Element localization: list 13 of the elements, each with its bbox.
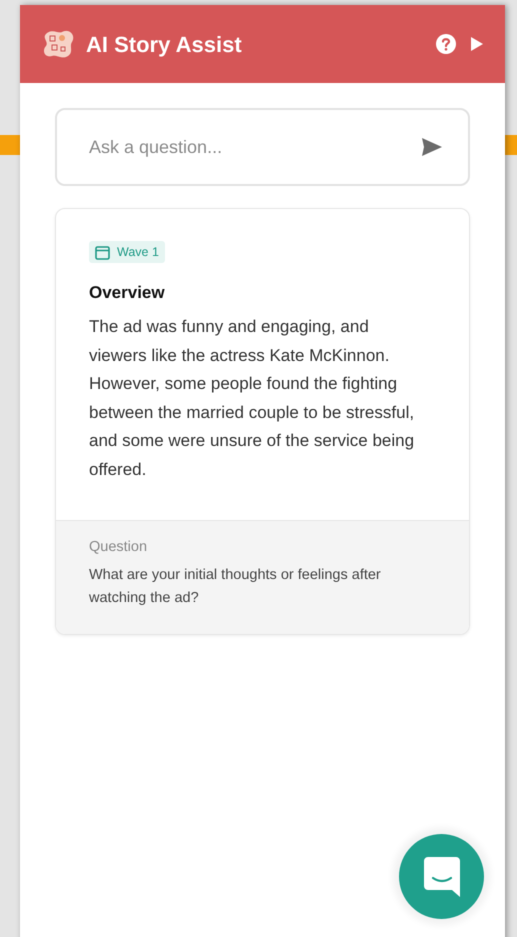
- wave-label: Wave 1: [117, 244, 159, 261]
- question-text: What are your initial thoughts or feelings after watching the ad?: [89, 566, 382, 608]
- send-icon[interactable]: [422, 138, 442, 156]
- overview-heading: Overview: [89, 282, 166, 304]
- panel-title: AI Story Assist: [86, 30, 242, 59]
- logo-icon: [42, 28, 76, 60]
- question-field[interactable]: Ask a question...: [55, 108, 470, 186]
- question-label: Question: [89, 538, 148, 557]
- calendar-icon: [95, 244, 110, 260]
- play-icon[interactable]: [471, 37, 483, 51]
- overview-text: The ad was funny and engaging, and viewers like the actress Kate McKinnon. However, some people found the fighting between the married couple to be stressful, and some were unsure of the service being offered.: [89, 316, 416, 480]
- chat-icon: [424, 856, 460, 896]
- help-icon[interactable]: [435, 33, 457, 55]
